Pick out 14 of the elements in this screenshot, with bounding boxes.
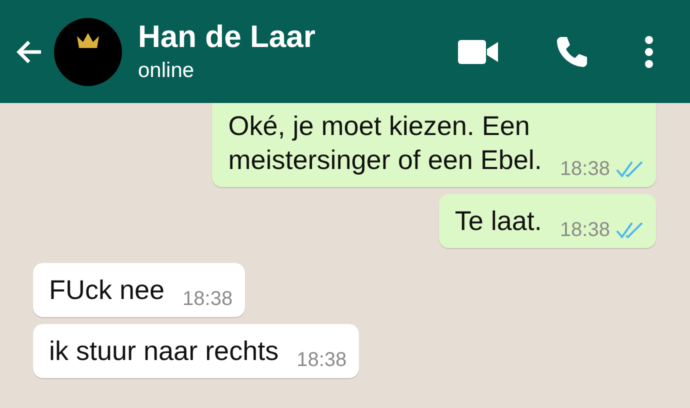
message-time: 18:38 xyxy=(560,218,610,242)
message-text: Te laat. xyxy=(454,205,542,238)
message-time: 18:38 xyxy=(296,348,347,372)
menu-icon[interactable] xyxy=(644,36,654,68)
video-call-icon[interactable] xyxy=(458,38,498,64)
contact-status: online xyxy=(138,58,196,84)
avatar[interactable] xyxy=(54,18,122,86)
contact-name[interactable]: Han de Laar xyxy=(138,18,458,56)
phone-icon[interactable] xyxy=(554,34,588,68)
message-time: 18:38 xyxy=(182,287,233,311)
message-time: 18:38 xyxy=(560,157,610,181)
message-text: ik stuur naar rechts xyxy=(49,335,279,368)
message-text: FUck nee xyxy=(49,274,165,307)
message-text: Oké, je moet kiezen. Een meistersinger of een Ebel. xyxy=(228,110,542,177)
